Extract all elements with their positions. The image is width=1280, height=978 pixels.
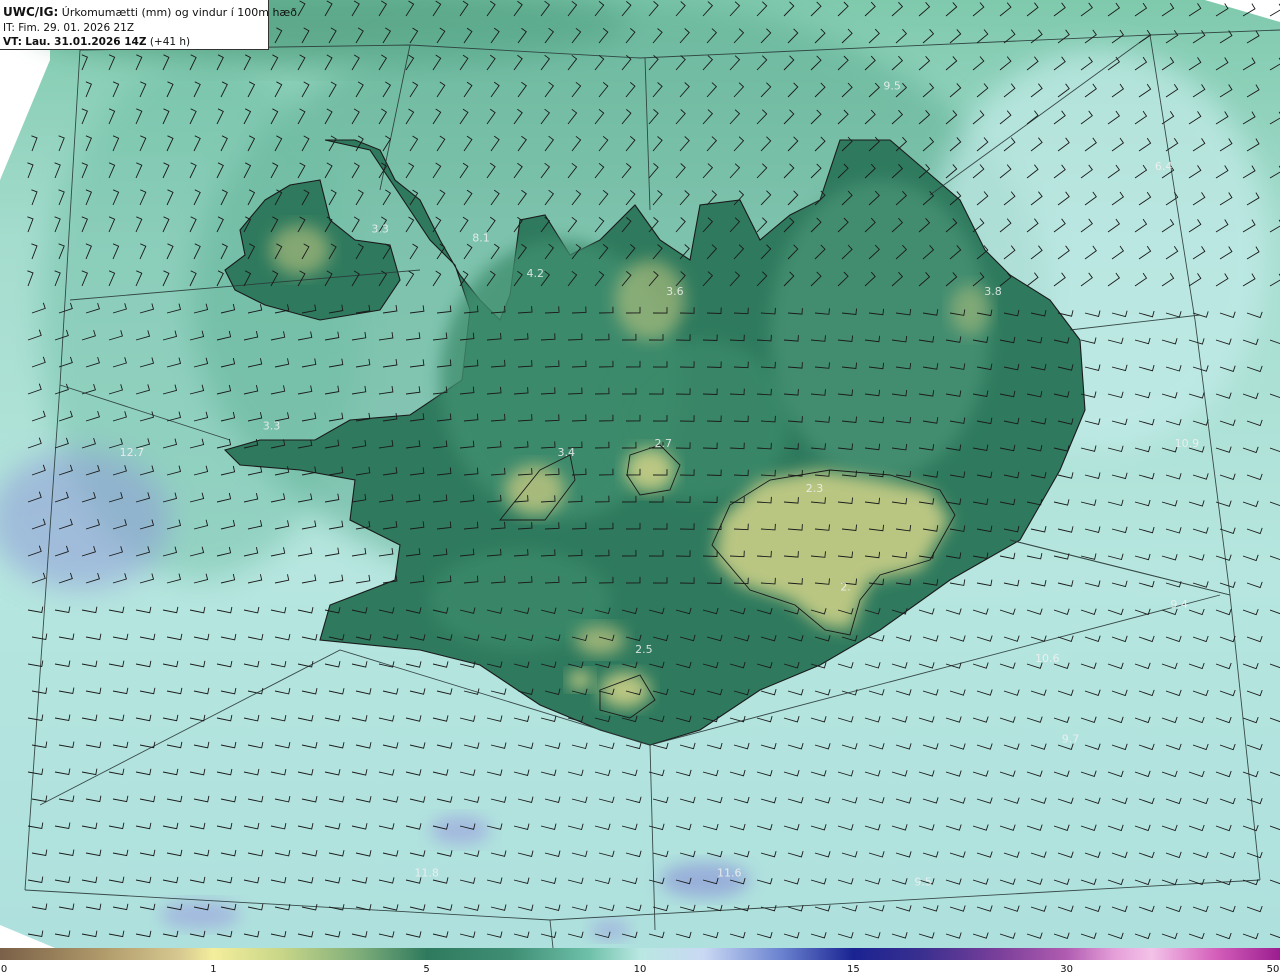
precip-value-label-east-sea: 10.9: [1175, 437, 1200, 450]
precip-value-label-south-east-sea: 10.6: [1035, 652, 1060, 665]
precip-value-label-trollaskagi: 3.6: [666, 285, 684, 298]
map-area[interactable]: 3.3 8.1 4.2 3.6 9.5 6.4 3.8 3.3 12.7 3.4 2.7 2.3 2. 1…: [0, 0, 1280, 948]
colorbar-ramp: [0, 948, 1280, 960]
map-canvas[interactable]: 3.3 8.1 4.2 3.6 9.5 6.4 3.8 3.3 12.7 3.4 2.7 2.3 2. 1…: [0, 0, 1280, 948]
colorbar-tick-50: 50: [1266, 964, 1280, 975]
precip-value-label-south-east-sea-2: 9.4: [1170, 598, 1188, 611]
precip-value-label-austfirdir: 3.8: [984, 285, 1002, 298]
precip-value-label-hunafloi: 4.2: [527, 267, 545, 280]
precip-value-label-snaefellsnes: 3.3: [263, 419, 281, 432]
precip-value-label-westfjords: 3.3: [371, 223, 389, 236]
precip-value-label-south-sea-1: 11.8: [414, 866, 439, 879]
colorbar-tick-10: 10: [633, 964, 647, 975]
precip-value-label-strandir: 8.1: [472, 231, 490, 244]
colorbar-tick-5: 5: [423, 964, 430, 975]
precip-value-label-hofsjokull: 2.7: [655, 437, 673, 450]
precip-value-label-west-sea: 12.7: [120, 446, 145, 459]
colorbar-tick-30: 30: [1060, 964, 1073, 975]
colorbar-tick-15: 15: [847, 964, 860, 975]
colorbar-tick-0: 0: [0, 964, 8, 975]
precip-value-label-myrdalsjokull: 2.5: [635, 643, 653, 656]
title-row: UWC/IG: Úrkomumætti (mm) og vindur í 100…: [3, 4, 297, 21]
colorbar: 0 1 5 10 15 30 50: [0, 948, 1280, 978]
precip-value-label-south-sea-2: 11.6: [717, 866, 742, 879]
precip-value-label-vatnajokull: 2.3: [806, 482, 824, 495]
valid-row: VT: Lau. 31.01.2026 14Z (+41 h): [3, 35, 264, 49]
precip-value-label-se-sea-far: 9.7: [1062, 732, 1080, 745]
precip-value-label-langjokull: 3.4: [558, 446, 576, 459]
map-title: Úrkomumætti (mm) og vindur í 100m hæð: [61, 6, 297, 19]
colorbar-tick-1: 1: [210, 964, 217, 975]
info-box: UWC/IG: Úrkomumætti (mm) og vindur í 100…: [0, 0, 297, 50]
lead-time: (+41 h): [149, 36, 191, 48]
product-label: UWC/IG:: [3, 5, 59, 19]
precip-value-label-south-sea-3: 9.5: [914, 875, 932, 888]
valid-time: Lau. 31.01.2026 14Z: [25, 36, 147, 48]
valid-label: VT:: [3, 36, 22, 48]
issue-label: IT:: [3, 22, 15, 34]
issue-row: IT: Fim. 29. 01. 2026 21Z: [3, 21, 264, 35]
issue-time: Fim. 29. 01. 2026 21Z: [18, 22, 135, 34]
precip-value-label-north-sea: 9.5: [883, 79, 901, 92]
precip-value-label-oraefajokull: 2.: [840, 580, 851, 593]
precip-value-label-east-sea-ne: 6.4: [1155, 160, 1173, 173]
